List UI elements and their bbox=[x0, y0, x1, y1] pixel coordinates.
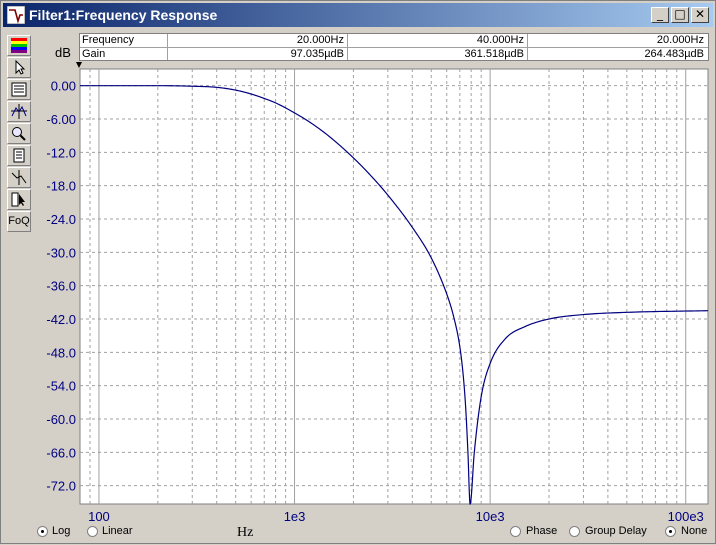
y-tick-label: -60.0 bbox=[46, 412, 76, 427]
y-tick-label: -72.0 bbox=[46, 479, 76, 494]
y-tick-label: -24.0 bbox=[46, 212, 76, 227]
log-scale-radio[interactable] bbox=[37, 526, 48, 537]
y-tick-label: -18.0 bbox=[46, 179, 76, 194]
group-delay-radio[interactable] bbox=[569, 526, 580, 537]
y-tick-label: -6.00 bbox=[46, 112, 76, 127]
y-tick-label: -42.0 bbox=[46, 312, 76, 327]
none-radio[interactable] bbox=[665, 526, 676, 537]
log-scale-label: Log bbox=[52, 525, 71, 537]
linear-scale-radio[interactable] bbox=[87, 526, 98, 537]
plot-area bbox=[79, 68, 709, 505]
frequency-response-window: Filter1:Frequency Response _ □ ✕ FoQ Fre… bbox=[0, 0, 716, 544]
y-tick-label: -30.0 bbox=[46, 245, 76, 260]
none-label: None bbox=[681, 525, 708, 537]
frequency-response-chart[interactable]: 0.00 -6.00 -12.0 -18.0 -24.0 -30.0 -36.0 -42.0 -… bbox=[1, 1, 716, 545]
y-tick-label: -48.0 bbox=[46, 345, 76, 360]
phase-radio[interactable] bbox=[510, 526, 521, 537]
group-delay-label: Group Delay bbox=[585, 525, 647, 537]
options-bar: Log Linear Phase Group Delay None bbox=[1, 521, 716, 543]
y-tick-label: -66.0 bbox=[46, 445, 76, 460]
y-tick-label: -54.0 bbox=[46, 379, 76, 394]
y-tick-label: 0.00 bbox=[51, 79, 76, 94]
y-tick-label: -36.0 bbox=[46, 279, 76, 294]
phase-label: Phase bbox=[526, 525, 558, 537]
linear-scale-label: Linear bbox=[102, 525, 133, 537]
y-tick-label: -12.0 bbox=[46, 145, 76, 160]
